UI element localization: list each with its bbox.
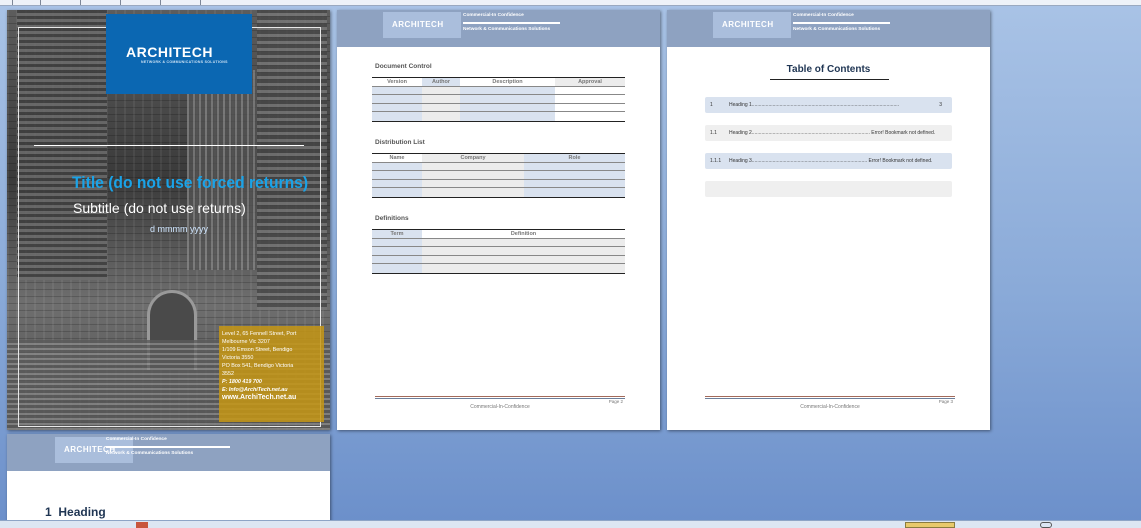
address-line: Level 2, 65 Fennell Street, Port bbox=[222, 331, 297, 337]
header-rule bbox=[106, 446, 230, 448]
toc-entry-number: 1.1.1 bbox=[710, 158, 722, 164]
column-header: Company bbox=[422, 154, 524, 162]
toc-entry-text: Heading 1...............................… bbox=[729, 102, 900, 108]
page-header: ARCHITECH Commercial-In Confidence Netwo… bbox=[667, 10, 990, 47]
header-logo: ARCHITECH bbox=[383, 12, 461, 38]
cover-subtitle[interactable]: Subtitle (do not use returns) bbox=[73, 200, 246, 216]
toc-title[interactable]: Table of Contents bbox=[667, 64, 990, 75]
column-header: Term bbox=[372, 230, 422, 238]
column-header: Definition bbox=[510, 231, 537, 237]
header-rule bbox=[793, 22, 890, 24]
page-2[interactable]: ARCHITECH Commercial-In Confidence Netwo… bbox=[337, 10, 660, 430]
column-header: Approval bbox=[555, 78, 625, 86]
toc-entry-number: 1 bbox=[710, 102, 713, 108]
definitions-heading[interactable]: Definitions bbox=[375, 215, 409, 222]
zoom-slider-handle[interactable] bbox=[1040, 522, 1052, 528]
distribution-list-heading[interactable]: Distribution List bbox=[375, 139, 425, 146]
toc-entry-page: 3 bbox=[939, 102, 942, 108]
page-header: ARCHITECH Commercial-In Confidence Netwo… bbox=[337, 10, 660, 47]
logo-wordmark: ARCHITECH bbox=[126, 44, 213, 60]
header-confidentiality: Commercial-In Confidence bbox=[793, 13, 854, 18]
cover-title[interactable]: Title (do not use forced returns) bbox=[72, 173, 308, 193]
document-control-heading[interactable]: Document Control bbox=[375, 63, 432, 70]
distribution-list-table[interactable]: Name Company Role bbox=[372, 153, 625, 198]
address-line: Melbourne Vic 3207 bbox=[222, 339, 270, 345]
address-line: 3552 bbox=[222, 371, 234, 377]
header-tagline: Network & Communications Solutions bbox=[463, 27, 551, 32]
column-header: Version bbox=[387, 79, 407, 85]
address-line: 1/109 Emson Street, Bendigo bbox=[222, 347, 293, 353]
status-bar bbox=[0, 520, 1141, 528]
toc-underline bbox=[770, 79, 889, 80]
column-header: Description bbox=[492, 79, 523, 85]
definitions-table[interactable]: Term Definition bbox=[372, 229, 625, 274]
column-header: Role bbox=[524, 154, 625, 162]
toc-entry[interactable]: 1.1 Heading 2...........................… bbox=[705, 125, 952, 141]
page-header: ARCHITECH Commercial-In Confidence Netwo… bbox=[7, 434, 330, 471]
toc-entry-text: Heading 2...............................… bbox=[729, 130, 936, 136]
footer-confidentiality: Commercial-In-Confidence bbox=[470, 404, 530, 410]
header-confidentiality: Commercial-In Confidence bbox=[106, 437, 167, 442]
cover-date[interactable]: d mmmm yyyy bbox=[150, 224, 208, 234]
spelling-status-icon[interactable] bbox=[136, 522, 148, 528]
page-3[interactable]: ARCHITECH Commercial-In Confidence Netwo… bbox=[667, 10, 990, 430]
page-footer: Page 3 Commercial-In-Confidence bbox=[705, 396, 955, 410]
page-footer: Page 2 Commercial-In-Confidence bbox=[375, 396, 625, 410]
cover-divider bbox=[34, 145, 304, 146]
document-control-table[interactable]: Version Author Description Approval bbox=[372, 77, 625, 122]
toc-entry[interactable]: 1.1.1 Heading 3.........................… bbox=[705, 153, 952, 169]
header-logo-text: ARCHITECH bbox=[392, 20, 444, 29]
header-tagline: Network & Communications Solutions bbox=[793, 27, 881, 32]
heading-text: Heading bbox=[58, 505, 106, 519]
toc-entry-number: 1.1 bbox=[710, 130, 717, 136]
toc-entry-empty[interactable] bbox=[705, 181, 952, 197]
column-header: Author bbox=[422, 78, 460, 86]
horizontal-ruler[interactable] bbox=[0, 0, 1141, 6]
logo-tagline: NETWORK & COMMUNICATIONS SOLUTIONS bbox=[141, 60, 228, 64]
cover-page[interactable]: ARCHITECH NETWORK & COMMUNICATIONS SOLUT… bbox=[7, 10, 330, 430]
heading-1[interactable]: 1 Heading bbox=[45, 505, 106, 519]
address-website: www.ArchiTech.net.au bbox=[222, 394, 297, 401]
header-logo: ARCHITECH bbox=[713, 12, 791, 38]
page-4[interactable]: ARCHITECH Commercial-In Confidence Netwo… bbox=[7, 434, 330, 524]
header-logo-text: ARCHITECH bbox=[722, 20, 774, 29]
footer-confidentiality: Commercial-In-Confidence bbox=[800, 404, 860, 410]
address-line: PO Box 541, Bendigo Victoria bbox=[222, 363, 294, 369]
header-tagline: Network & Communications Solutions bbox=[106, 451, 194, 456]
toc-entry[interactable]: 1 Heading 1.............................… bbox=[705, 97, 952, 113]
toc-entry-text: Heading 3...............................… bbox=[729, 158, 933, 164]
cover-address-box[interactable]: Level 2, 65 Fennell Street, Port Melbour… bbox=[219, 326, 324, 422]
header-confidentiality: Commercial-In Confidence bbox=[463, 13, 524, 18]
heading-number: 1 bbox=[45, 505, 52, 519]
address-line: Victoria 3550 bbox=[222, 355, 254, 361]
cover-logo: ARCHITECH NETWORK & COMMUNICATIONS SOLUT… bbox=[106, 14, 252, 94]
column-header: Name bbox=[389, 155, 405, 161]
address-phone: P: 1800 419 700 bbox=[222, 379, 262, 385]
address-email: E: Info@ArchiTech.net.au bbox=[222, 387, 288, 393]
view-buttons[interactable] bbox=[905, 522, 955, 528]
header-rule bbox=[463, 22, 560, 24]
